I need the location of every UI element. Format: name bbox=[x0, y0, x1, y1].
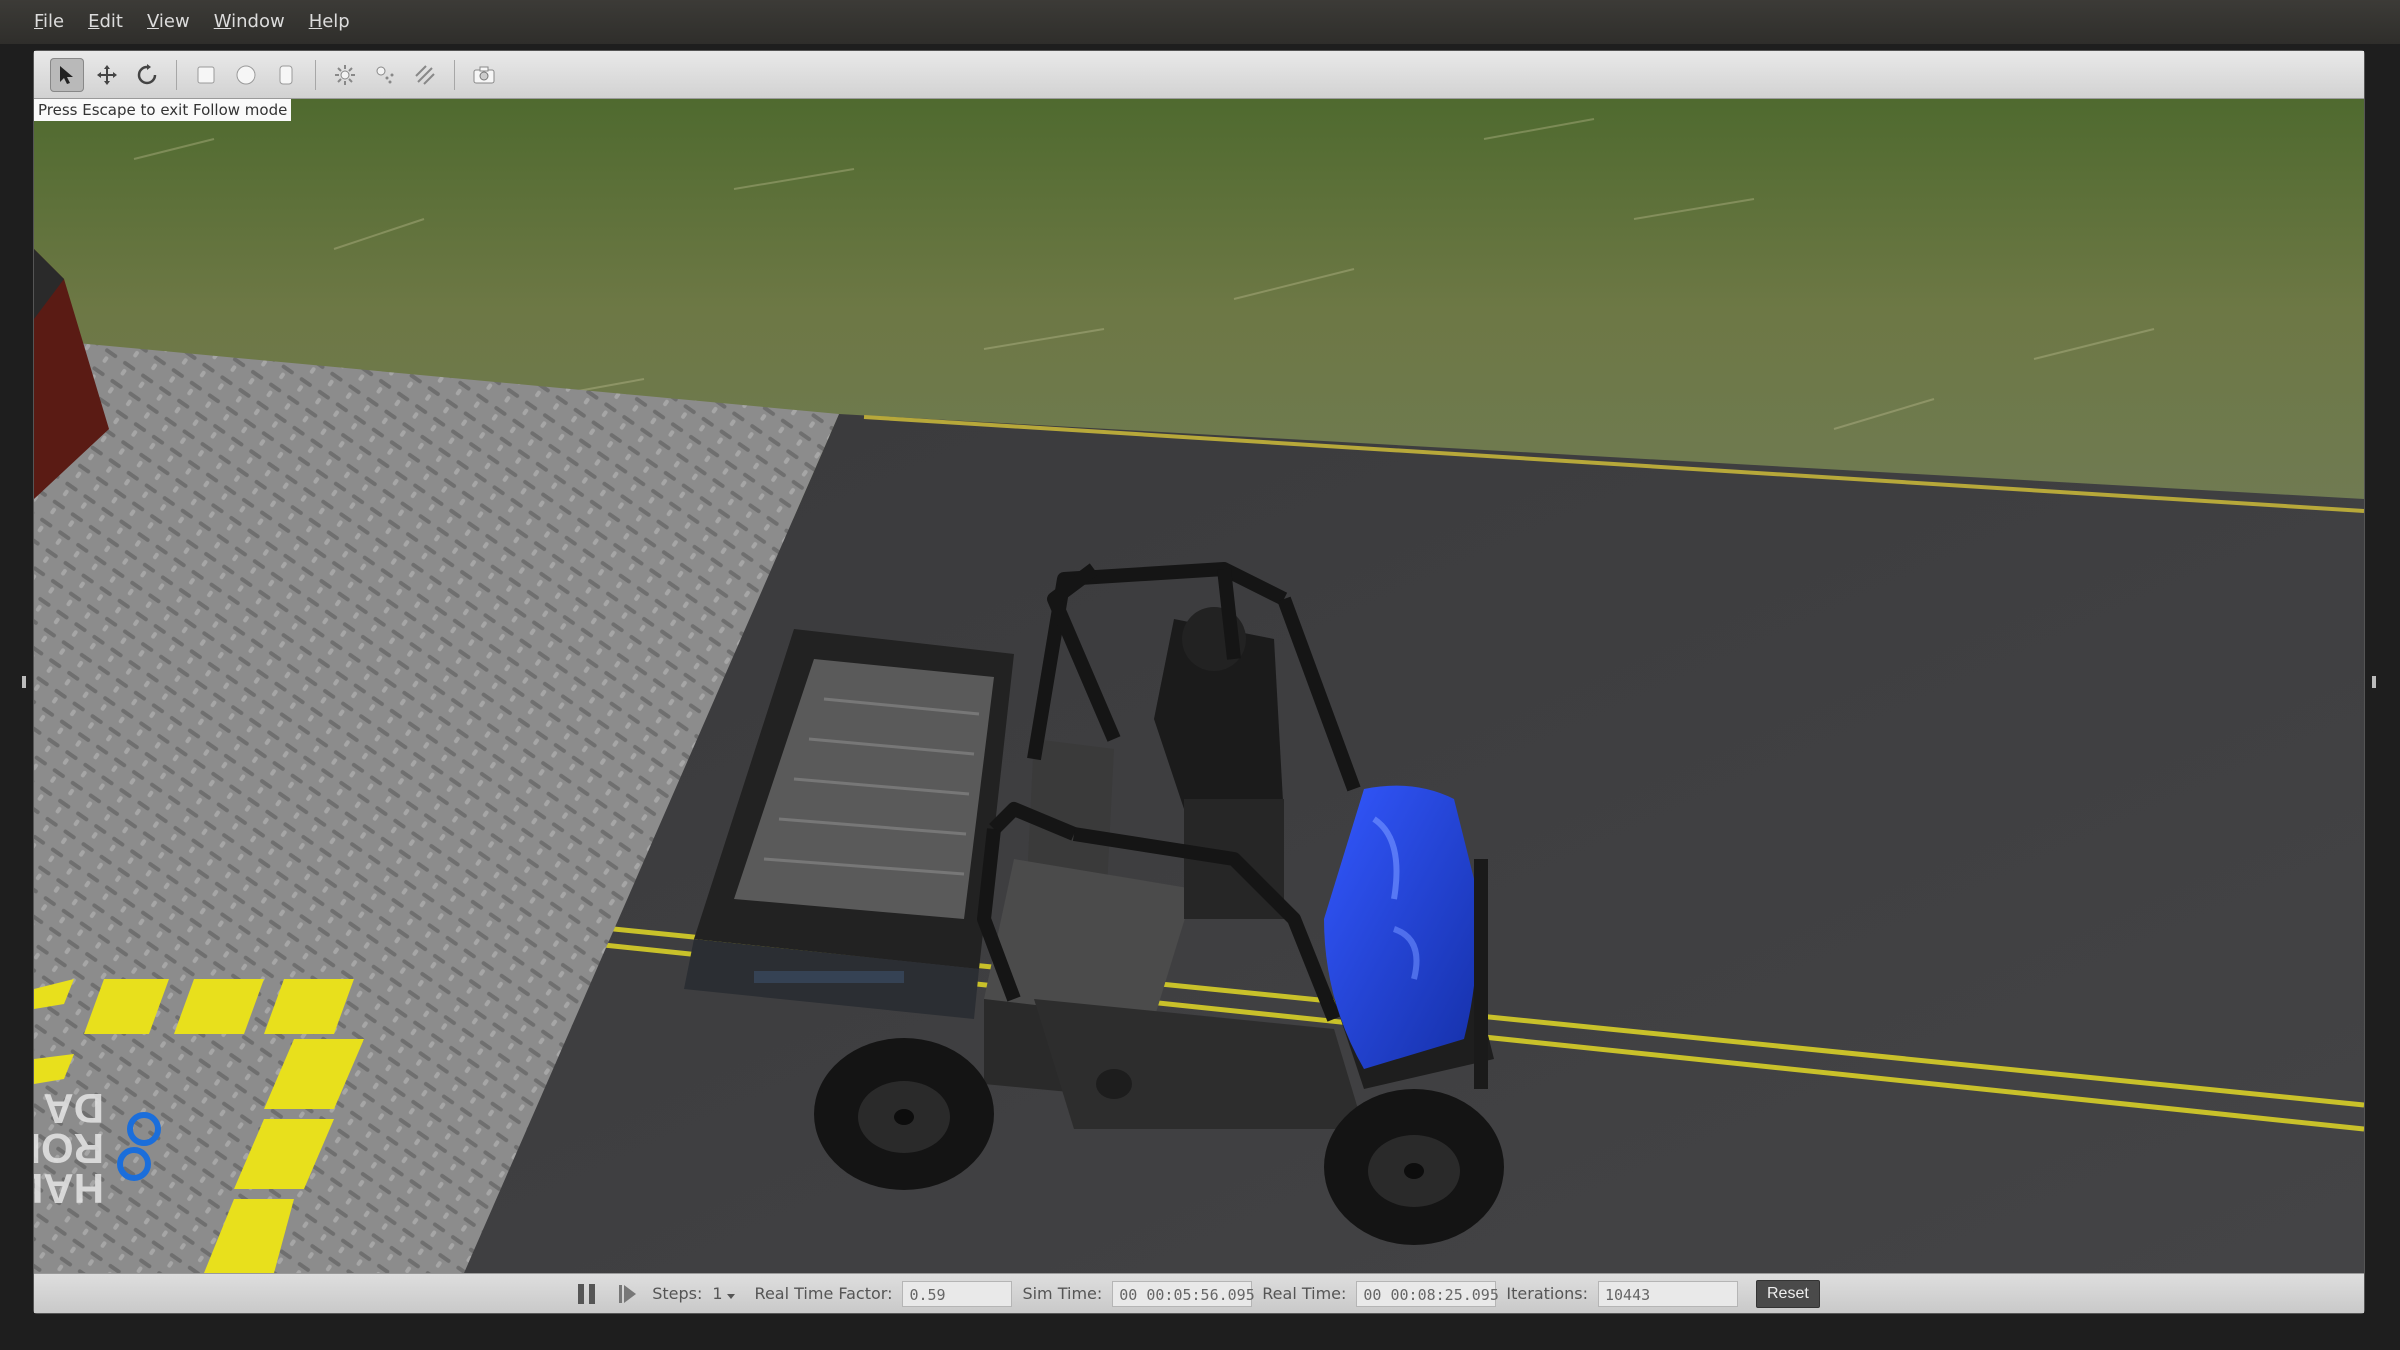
toolbar bbox=[34, 51, 2364, 99]
menu-view[interactable]: View bbox=[135, 0, 202, 44]
steps-spinbox[interactable]: 1 bbox=[712, 1284, 735, 1303]
sphere-shape-icon[interactable] bbox=[229, 58, 263, 92]
menu-help[interactable]: Help bbox=[297, 0, 362, 44]
real-time-factor-field: 0.59 bbox=[902, 1280, 1013, 1307]
scene-viewport[interactable]: HAL ROB DA bbox=[34, 99, 2364, 1273]
follow-mode-hint: Press Escape to exit Follow mode bbox=[34, 99, 292, 121]
real-time-field: 00 00:08:25.095 bbox=[1356, 1280, 1499, 1307]
pause-icon bbox=[578, 1283, 585, 1304]
right-splitter-handle[interactable] bbox=[2372, 676, 2376, 688]
sim-time-field: 00 00:05:56.095 bbox=[1112, 1280, 1255, 1307]
menu-file[interactable]: File bbox=[22, 0, 76, 44]
real-time-factor-label: Real Time Factor: bbox=[754, 1284, 893, 1303]
status-bar: Steps: 1 Real Time Factor: 0.59 Sim Time… bbox=[34, 1273, 2364, 1313]
step-button[interactable] bbox=[619, 1284, 637, 1303]
steps-label: Steps: bbox=[652, 1284, 703, 1303]
toolbar-separator bbox=[315, 59, 316, 90]
iterations-label: Iterations: bbox=[1506, 1284, 1588, 1303]
sim-time-label: Sim Time: bbox=[1022, 1284, 1103, 1303]
menu-bar: File Edit View Window Help bbox=[0, 0, 2400, 44]
svg-text:DA: DA bbox=[43, 1085, 104, 1132]
box-shape-icon[interactable] bbox=[189, 58, 223, 92]
pause-button[interactable] bbox=[578, 1283, 596, 1304]
screenshot-camera-icon[interactable] bbox=[467, 58, 501, 92]
reset-button[interactable]: Reset bbox=[1756, 1279, 1820, 1308]
cylinder-shape-icon[interactable] bbox=[269, 58, 303, 92]
toolbar-separator bbox=[176, 59, 177, 90]
steps-value: 1 bbox=[712, 1284, 723, 1303]
menu-window[interactable]: Window bbox=[202, 0, 297, 44]
select-mode-icon[interactable] bbox=[50, 57, 84, 92]
real-time-label: Real Time: bbox=[1262, 1284, 1347, 1303]
spot-light-icon[interactable] bbox=[368, 58, 402, 92]
toolbar-separator bbox=[454, 59, 455, 90]
directional-light-icon[interactable] bbox=[408, 58, 442, 92]
pause-icon-bar bbox=[589, 1283, 596, 1304]
menu-edit[interactable]: Edit bbox=[76, 0, 135, 44]
left-splitter-handle[interactable] bbox=[22, 676, 26, 688]
rotate-mode-icon[interactable] bbox=[130, 58, 164, 92]
rear-left-wheel bbox=[814, 1038, 994, 1190]
scene-render: HAL ROB DA bbox=[34, 99, 2364, 1273]
step-icon bbox=[619, 1284, 623, 1303]
front-left-wheel bbox=[1324, 1089, 1504, 1245]
point-light-icon[interactable] bbox=[328, 58, 362, 92]
chevron-down-icon bbox=[726, 1294, 735, 1299]
step-icon-arrow bbox=[624, 1284, 637, 1303]
translate-mode-icon[interactable] bbox=[90, 58, 124, 92]
platform-logo: HAL ROB DA bbox=[34, 1085, 104, 1212]
iterations-field: 10443 bbox=[1598, 1280, 1738, 1307]
